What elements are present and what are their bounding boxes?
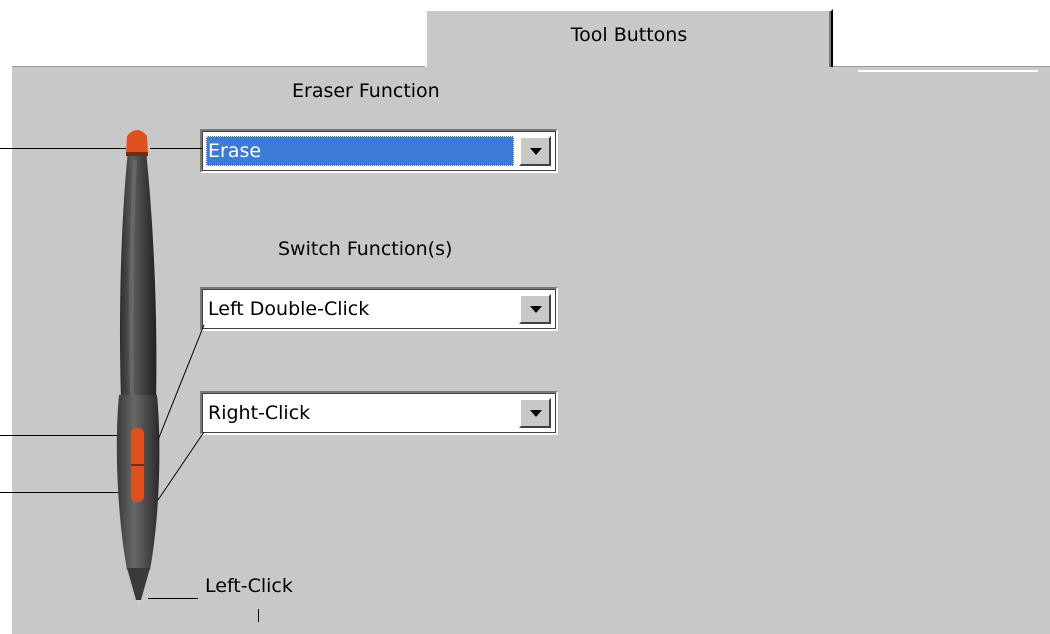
tip-leader <box>148 598 198 599</box>
switch-functions-heading: Switch Function(s) <box>278 238 453 260</box>
panel-tick <box>258 609 259 622</box>
upper-switch-value: Left Double-Click <box>208 298 370 320</box>
tip-function-label: Left-Click <box>205 575 293 597</box>
lower-switch-value: Right-Click <box>208 402 311 424</box>
panel-edge <box>858 70 1038 72</box>
eraser-function-select[interactable]: Erase <box>200 129 558 173</box>
eraser-leader-right <box>150 148 202 149</box>
upper-switch-leader-left <box>0 435 124 436</box>
chevron-down-icon[interactable] <box>519 398 551 428</box>
lower-switch-select[interactable]: Right-Click <box>200 391 558 435</box>
eraser-function-heading: Eraser Function <box>292 80 440 102</box>
eraser-leader-left <box>0 148 126 149</box>
tab-label: Tool Buttons <box>570 24 688 46</box>
lower-switch-leader-left <box>0 492 124 493</box>
upper-switch-select[interactable]: Left Double-Click <box>200 287 558 331</box>
chevron-down-icon[interactable] <box>519 136 551 166</box>
chevron-down-icon[interactable] <box>519 294 551 324</box>
tab-tool-buttons[interactable]: Tool Buttons <box>425 9 833 67</box>
eraser-function-value: Erase <box>206 136 514 166</box>
